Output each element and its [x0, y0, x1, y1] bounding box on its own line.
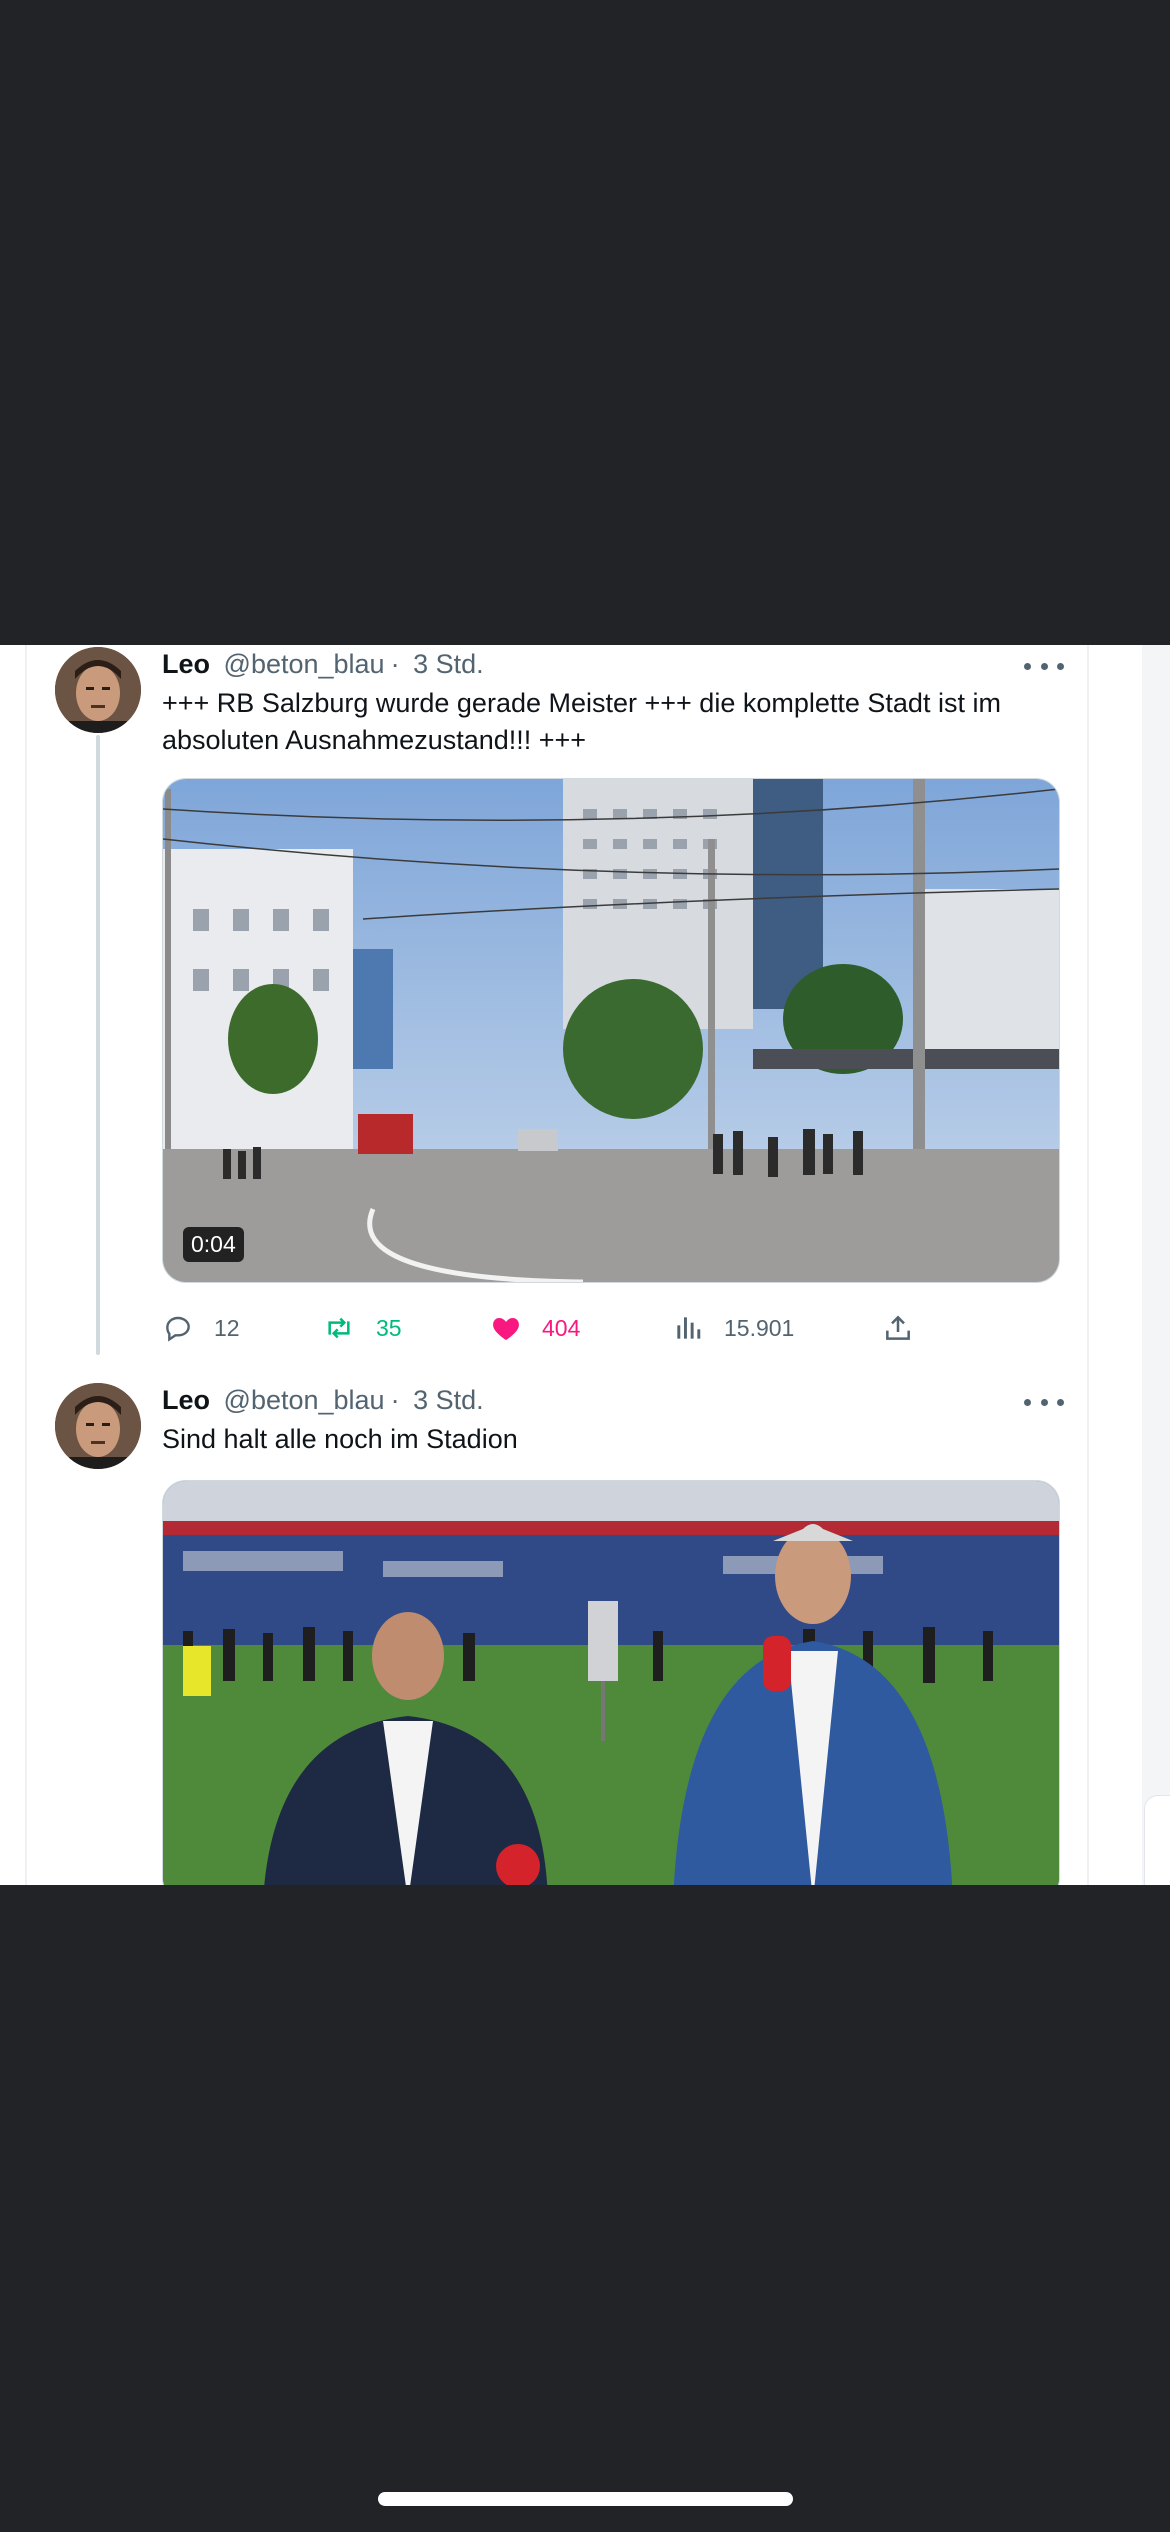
- tweet-text: +++ RB Salzburg wurde gerade Meister +++…: [162, 688, 1001, 755]
- home-indicator[interactable]: [378, 2492, 793, 2506]
- views-count: 15.901: [724, 1314, 795, 1341]
- tweet-image[interactable]: [162, 1480, 1060, 1885]
- column-border-right: [1087, 645, 1089, 1885]
- author-name[interactable]: Leo: [162, 1385, 210, 1415]
- timeline-panel: Leo @beton_blau · 3 Std. +++ RB Salzburg …: [0, 645, 1170, 1885]
- author-name[interactable]: Leo: [162, 649, 210, 679]
- heart-icon: [493, 1318, 519, 1340]
- tweet-header: Leo @beton_blau · 3 Std.: [162, 1385, 490, 1416]
- views-icon: [677, 1317, 701, 1339]
- tweet-header: Leo @beton_blau · 3 Std.: [162, 649, 490, 680]
- action-bar: 12 35 404 15.901: [162, 1308, 1042, 1348]
- reply-button[interactable]: 12: [162, 1308, 240, 1348]
- like-button[interactable]: 404: [490, 1308, 580, 1348]
- share-button[interactable]: [882, 1308, 934, 1348]
- tweet-video[interactable]: 0:04: [162, 778, 1060, 1283]
- views-button[interactable]: 15.901: [672, 1308, 794, 1348]
- side-tab[interactable]: [1144, 1795, 1170, 1885]
- retweet-icon: [328, 1317, 350, 1339]
- avatar[interactable]: [55, 1383, 141, 1469]
- thread-connector-line: [96, 735, 100, 1355]
- author-handle[interactable]: @beton_blau: [224, 1385, 385, 1415]
- side-strip: [1142, 645, 1170, 1885]
- author-handle[interactable]: @beton_blau: [224, 649, 385, 679]
- like-count: 404: [542, 1314, 581, 1341]
- tweet-text: Sind halt alle noch im Stadion: [162, 1424, 518, 1454]
- meta-separator: ·: [390, 649, 400, 679]
- more-icon[interactable]: [1024, 653, 1064, 679]
- tweet-time[interactable]: 3 Std.: [413, 1385, 484, 1415]
- retweet-count: 35: [376, 1314, 402, 1341]
- avatar[interactable]: [55, 647, 141, 733]
- reply-icon: [166, 1316, 190, 1342]
- more-icon[interactable]: [1024, 1389, 1064, 1415]
- tweet-time[interactable]: 3 Std.: [413, 649, 484, 679]
- retweet-button[interactable]: 35: [322, 1308, 402, 1348]
- video-duration: 0:04: [183, 1227, 244, 1262]
- share-icon: [886, 1315, 910, 1340]
- column-border-left: [25, 645, 27, 1885]
- reply-count: 12: [214, 1314, 240, 1341]
- meta-separator: ·: [390, 1385, 400, 1415]
